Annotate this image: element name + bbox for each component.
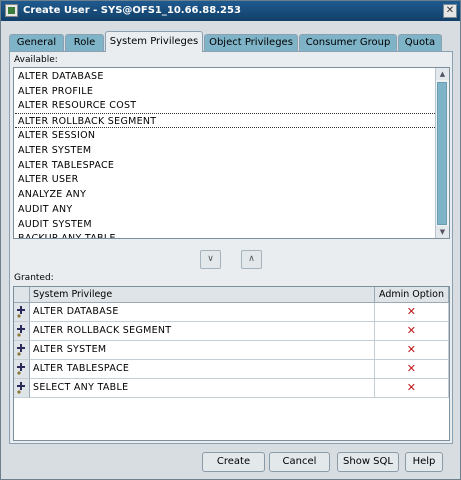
admin-option-cross-icon[interactable]: ✕ <box>375 379 449 398</box>
list-item[interactable]: AUDIT ANY <box>18 202 73 217</box>
close-icon[interactable]: ✕ <box>443 4 457 18</box>
column-header-system-privilege[interactable]: System Privilege <box>30 287 375 303</box>
key-icon <box>17 344 25 356</box>
table-row[interactable]: ALTER ROLLBACK SEGMENT <box>30 322 375 341</box>
create-button[interactable]: Create <box>202 452 265 472</box>
cancel-button[interactable]: Cancel <box>269 452 330 472</box>
list-item[interactable]: ALTER SESSION <box>18 128 95 143</box>
chevron-up-icon: ∧ <box>248 254 255 264</box>
tab-object-privileges[interactable]: Object Privileges <box>204 34 298 51</box>
list-item[interactable]: ALTER TABLESPACE <box>18 158 114 173</box>
tab-role[interactable]: Role <box>65 34 104 51</box>
list-item[interactable]: AUDIT SYSTEM <box>18 217 92 232</box>
list-item[interactable]: ANALYZE ANY <box>18 187 86 202</box>
row-header[interactable] <box>14 360 30 379</box>
list-item[interactable]: ALTER SYSTEM <box>18 143 91 158</box>
row-header[interactable] <box>14 322 30 341</box>
table-row[interactable]: ALTER SYSTEM <box>30 341 375 360</box>
scrollbar-thumb[interactable] <box>437 82 447 225</box>
key-icon <box>17 306 25 318</box>
create-user-dialog: Create User - SYS@OFS1_10.66.88.253 ✕ Ge… <box>0 0 461 480</box>
tab-consumer-group[interactable]: Consumer Group <box>299 34 397 51</box>
list-item[interactable]: ALTER DATABASE <box>18 69 104 84</box>
row-header[interactable] <box>14 303 30 322</box>
list-item[interactable]: BACKUP ANY TABLE <box>18 231 116 238</box>
key-icon <box>17 325 25 337</box>
admin-option-cross-icon[interactable]: ✕ <box>375 341 449 360</box>
granted-privileges-table: System Privilege Admin Option ALTER DATA… <box>13 286 450 441</box>
admin-option-cross-icon[interactable]: ✕ <box>375 303 449 322</box>
table-row[interactable]: SELECT ANY TABLE <box>30 379 375 398</box>
help-button[interactable]: Help <box>405 452 443 472</box>
table-row[interactable]: ALTER DATABASE <box>30 303 375 322</box>
title-bar: Create User - SYS@OFS1_10.66.88.253 ✕ <box>1 1 460 21</box>
revoke-privilege-button[interactable]: ∧ <box>241 250 262 269</box>
key-icon <box>17 363 25 375</box>
tab-system-privileges[interactable]: System Privileges <box>105 31 203 52</box>
scroll-down-icon[interactable]: ▼ <box>436 226 449 238</box>
chevron-down-icon: ∨ <box>207 254 214 264</box>
column-header-admin-option[interactable]: Admin Option <box>375 287 449 303</box>
granted-label: Granted: <box>14 273 54 283</box>
tab-quota[interactable]: Quota <box>398 34 442 51</box>
table-row[interactable]: ALTER TABLESPACE <box>30 360 375 379</box>
admin-option-cross-icon[interactable]: ✕ <box>375 322 449 341</box>
list-item[interactable]: ALTER USER <box>18 172 79 187</box>
app-icon <box>5 4 18 17</box>
row-header[interactable] <box>14 379 30 398</box>
list-item[interactable]: ALTER PROFILE <box>18 84 93 99</box>
table-corner <box>14 287 30 303</box>
available-label: Available: <box>14 55 58 65</box>
available-privileges-list[interactable]: ALTER DATABASE ALTER PROFILE ALTER RESOU… <box>13 67 450 239</box>
key-icon <box>17 382 25 394</box>
window-title: Create User - SYS@OFS1_10.66.88.253 <box>23 5 241 16</box>
row-header[interactable] <box>14 341 30 360</box>
tab-general[interactable]: General <box>9 34 64 51</box>
list-item[interactable]: ALTER RESOURCE COST <box>18 98 136 113</box>
admin-option-cross-icon[interactable]: ✕ <box>375 360 449 379</box>
scroll-up-icon[interactable]: ▲ <box>436 68 449 80</box>
available-scrollbar[interactable]: ▲ ▼ <box>435 68 449 238</box>
grant-privilege-button[interactable]: ∨ <box>200 250 221 269</box>
show-sql-button[interactable]: Show SQL <box>337 452 399 472</box>
list-item[interactable]: ALTER ROLLBACK SEGMENT <box>15 113 435 128</box>
